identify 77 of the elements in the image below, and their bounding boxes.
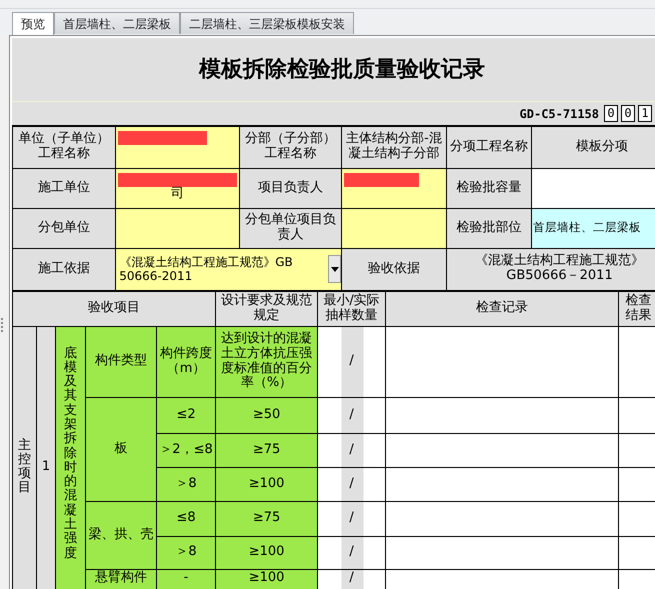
tab[interactable]: 二层墙柱、三层梁板模板安装 — [180, 12, 354, 34]
input-field[interactable] — [342, 168, 446, 208]
table-cell: 板 — [86, 397, 156, 501]
input-field[interactable] — [618, 467, 655, 501]
table-cell: 首层墙柱、二层梁板 — [532, 208, 655, 248]
table-cell: ≤8 — [156, 501, 216, 536]
input-field[interactable] — [618, 536, 655, 569]
table-cell: ≤2 — [156, 397, 216, 433]
input-field[interactable] — [386, 536, 619, 569]
input-field[interactable] — [618, 397, 655, 433]
form-code: GD-C5-71158 — [520, 106, 599, 122]
cell-text: 司 — [171, 186, 184, 200]
column-header: 检查结果 — [618, 291, 655, 326]
tab[interactable]: 预览 — [12, 12, 54, 35]
table-cell: / — [318, 326, 386, 397]
column-header: 最小/实际抽样数量 — [318, 291, 386, 326]
dropdown-button[interactable] — [328, 254, 340, 284]
table-cell: 检验批容量 — [446, 168, 532, 208]
tab[interactable]: 首层墙柱、二层梁板 — [54, 12, 180, 34]
input-field[interactable] — [116, 126, 240, 168]
input-field[interactable] — [386, 433, 619, 467]
table-cell: 主体结构分部-混凝土结构子分部 — [342, 126, 446, 168]
table-cell: ＞2，≤8 — [156, 433, 216, 467]
table-cell: 分部（子分部）工程名称 — [240, 126, 342, 168]
table-cell: / — [318, 467, 386, 501]
category-label: 主控项目 — [18, 438, 31, 496]
table-cell: 构件跨度（m） — [156, 326, 216, 397]
table-cell: / — [318, 397, 386, 433]
item-name: 底模及其支架拆除时的混凝土强度 — [64, 346, 77, 561]
input-field[interactable] — [386, 467, 619, 501]
table-cell: 项目负责人 — [240, 168, 342, 208]
input-field[interactable] — [342, 208, 446, 248]
table-cell: ≥100 — [216, 536, 318, 569]
serial-digit: 1 — [638, 105, 652, 122]
input-field[interactable] — [618, 433, 655, 467]
input-field[interactable] — [116, 208, 240, 248]
form-title: 模板拆除检验批质量验收记录 — [199, 55, 485, 84]
column-header: 验收项目 — [12, 291, 216, 326]
table-cell: ≥50 — [216, 397, 318, 433]
table-cell: 验收依据 — [342, 248, 446, 290]
table-cell: 达到设计的混凝土立方体抗压强度标准值的百分率（%） — [216, 326, 318, 397]
column-header: 检查记录 — [386, 291, 619, 326]
table-cell: 分项工程名称 — [446, 126, 532, 168]
table-cell: - — [156, 569, 216, 589]
table-cell: 《混凝土结构工程施工规范》GB50666－2011 — [446, 248, 655, 290]
input-field[interactable] — [618, 501, 655, 536]
table-cell: ≥75 — [216, 501, 318, 536]
input-field[interactable] — [532, 168, 655, 208]
input-field[interactable] — [618, 326, 655, 397]
table-cell: 检验批部位 — [446, 208, 532, 248]
input-field[interactable] — [386, 326, 619, 397]
table-cell: 模板分项 — [532, 126, 655, 168]
input-field[interactable] — [386, 501, 619, 536]
table-cell: 施工单位 — [12, 168, 116, 208]
table-cell: ≥100 — [216, 467, 318, 501]
table-cell: / — [318, 501, 386, 536]
table-cell: / — [318, 433, 386, 467]
table-cell: 分包单位项目负责人 — [240, 208, 342, 248]
serial-digit: 0 — [621, 105, 635, 122]
table-cell: 施工依据 — [12, 248, 116, 290]
table-cell: 单位（子单位）工程名称 — [12, 126, 116, 168]
table-cell: ≥100 — [216, 569, 318, 589]
table-cell: 分包单位 — [12, 208, 116, 248]
serial-digit: 0 — [604, 105, 618, 122]
table-cell: / — [318, 536, 386, 569]
splitter-grip-icon[interactable] — [1, 318, 4, 332]
table-cell: ＞8 — [156, 536, 216, 569]
table-cell: 梁、拱、壳 — [86, 501, 156, 569]
column-header: 设计要求及规范规定 — [216, 291, 318, 326]
caret-icon — [330, 266, 339, 272]
table-cell: ≥75 — [216, 433, 318, 467]
item-number: 1 — [36, 326, 56, 589]
input-field[interactable]: 司 — [116, 168, 240, 208]
table-cell: / — [318, 569, 386, 589]
table-cell: ＞8 — [156, 467, 216, 501]
table-cell: 构件类型 — [86, 326, 156, 397]
input-field[interactable] — [386, 397, 619, 433]
